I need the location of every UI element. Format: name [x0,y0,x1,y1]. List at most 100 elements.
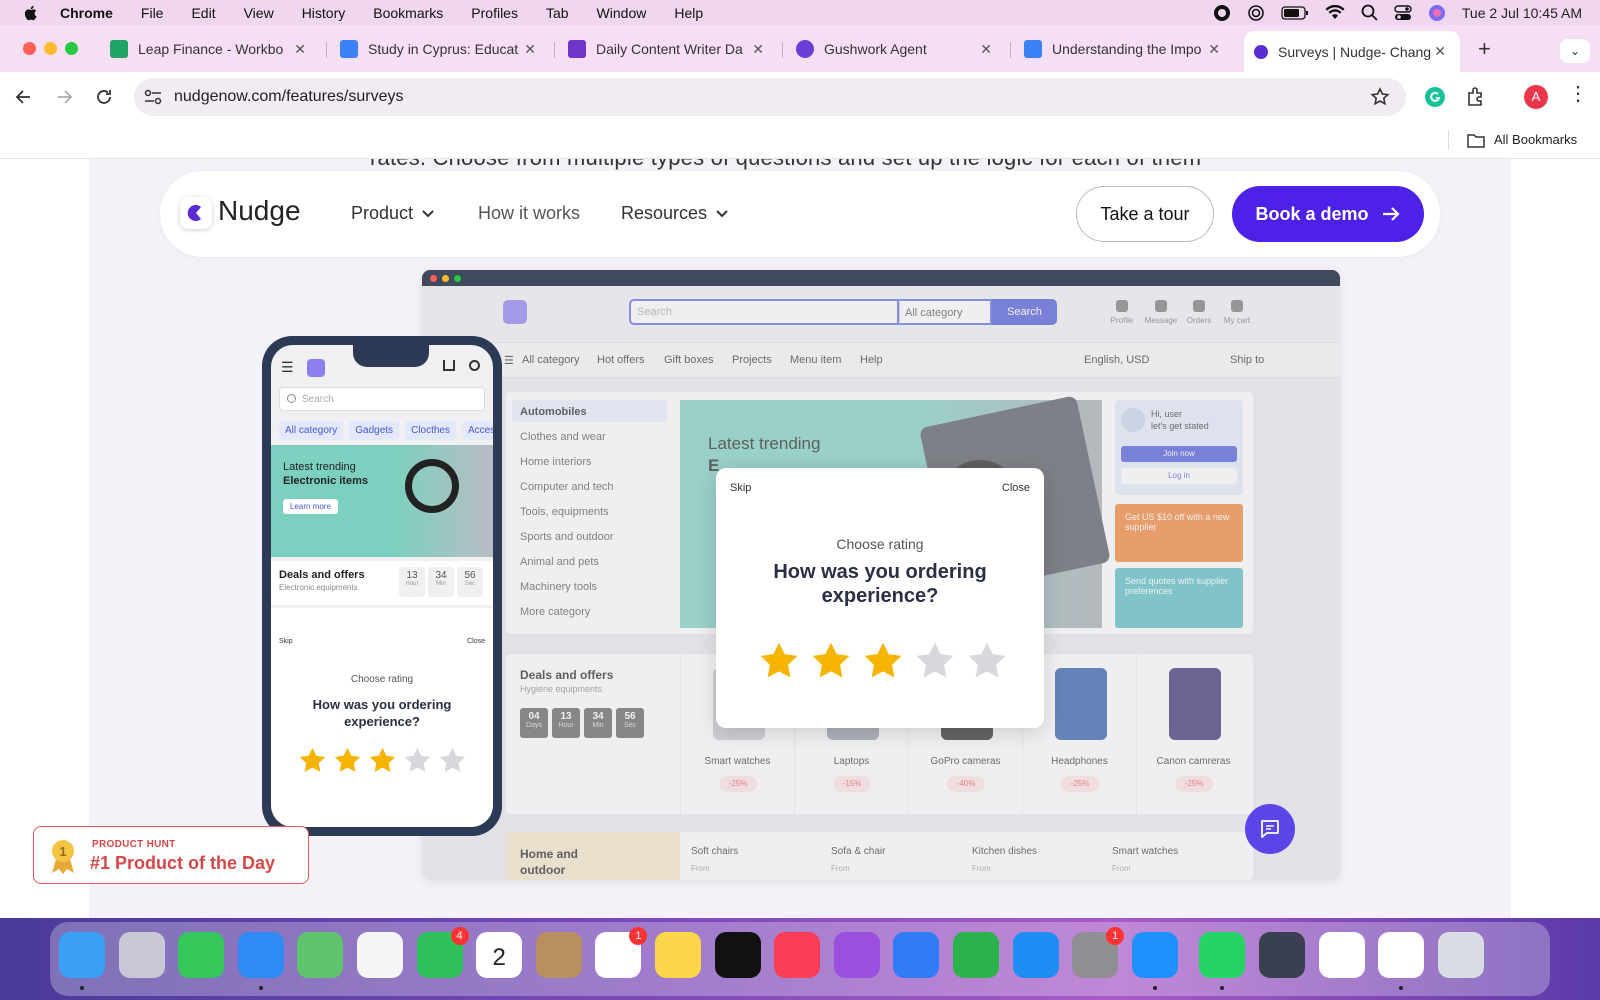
book-a-demo-button[interactable]: Book a demo [1232,186,1424,242]
bookmark-star-icon[interactable] [1370,87,1390,107]
control-center-icon[interactable] [1394,4,1412,21]
phone-chip[interactable]: Clocthes [405,421,456,440]
phone-survey-skip[interactable]: Skip [279,638,293,645]
profile-avatar[interactable]: A [1524,85,1548,109]
nudge-logo-text[interactable]: Nudge [218,195,301,227]
star-empty-icon[interactable] [966,640,1008,682]
wifi-icon[interactable] [1325,5,1345,20]
reminders-icon[interactable]: 1 [595,927,648,978]
menu-edit[interactable]: Edit [191,5,215,21]
airdrop-icon[interactable] [1247,4,1265,22]
tab-close-icon[interactable]: ✕ [524,41,536,58]
star-empty-icon[interactable] [914,640,956,682]
phone-search-input[interactable]: Search [279,387,485,411]
chrome-menu-icon[interactable]: ⋮ [1568,84,1588,104]
quicktime-icon[interactable] [1259,932,1305,978]
keynote-icon[interactable] [893,932,940,978]
menu-app-name[interactable]: Chrome [60,5,113,21]
grammarly-icon[interactable] [1425,87,1445,107]
product-hunt-badge[interactable]: 1 PRODUCT HUNT #1 Product of the Day [33,826,309,884]
finder-icon[interactable] [59,932,105,978]
star-filled-icon[interactable] [758,640,800,682]
menu-tab[interactable]: Tab [546,5,569,21]
tab-understanding[interactable]: Understanding the Impo ✕ [1014,33,1234,65]
nudge-logo-icon[interactable] [180,197,212,229]
appletv-icon[interactable] [714,932,761,978]
menu-bookmarks[interactable]: Bookmarks [373,5,443,21]
menu-view[interactable]: View [244,5,274,21]
maps-icon[interactable] [297,932,344,978]
window-zoom-button[interactable] [65,42,78,55]
tab-close-icon[interactable]: ✕ [980,41,992,58]
site-info-icon[interactable] [144,89,162,105]
survey-skip-button[interactable]: Skip [730,482,751,494]
slack-icon[interactable] [1318,932,1365,978]
phone-cart-icon[interactable] [443,360,455,371]
menu-help[interactable]: Help [674,5,703,21]
menu-file[interactable]: File [141,5,164,21]
messages-icon[interactable] [178,932,225,978]
star-filled-icon[interactable] [862,640,904,682]
spotlight-search-icon[interactable] [1361,4,1378,21]
star-empty-icon[interactable] [438,746,467,775]
star-empty-icon[interactable] [403,746,432,775]
nav-product[interactable]: Product [351,203,435,224]
window-minimize-button[interactable] [44,42,57,55]
star-filled-icon[interactable] [298,746,327,775]
safari-icon[interactable] [1131,932,1178,978]
nav-resources[interactable]: Resources [621,203,729,224]
phone-profile-icon[interactable] [469,360,480,371]
tab-gushwork[interactable]: Gushwork Agent ✕ [786,33,1006,65]
address-bar[interactable]: nudgenow.com/features/surveys [134,78,1406,116]
nav-how-it-works[interactable]: How it works [478,203,580,224]
star-filled-icon[interactable] [368,746,397,775]
facetime-icon[interactable]: 4 [416,927,469,978]
music-icon[interactable] [774,932,821,978]
window-close-button[interactable] [23,42,36,55]
back-icon[interactable] [14,87,34,107]
phone-chip[interactable]: All category [279,421,344,440]
tab-close-icon[interactable]: ✕ [1434,43,1446,60]
chrome-icon[interactable] [1378,932,1425,978]
tab-content-writer[interactable]: Daily Content Writer Da ✕ [558,33,778,65]
phone-menu-icon[interactable]: ☰ [281,359,294,376]
forward-icon[interactable] [54,87,74,107]
tab-leap-finance[interactable]: Leap Finance - Workbo ✕ [100,33,320,65]
screen-record-icon[interactable] [1213,4,1231,22]
phone-chip[interactable]: Gadgets [349,421,400,440]
phone-survey-close[interactable]: Close [467,638,485,645]
siri-icon[interactable] [1428,4,1446,22]
podcasts-icon[interactable] [833,932,880,978]
appstore-icon[interactable] [1012,932,1059,978]
star-filled-icon[interactable] [810,640,852,682]
battery-icon[interactable] [1281,5,1309,20]
contacts-icon[interactable] [535,932,582,978]
url-text[interactable]: nudgenow.com/features/surveys [174,88,403,106]
settings-icon[interactable]: 1 [1072,927,1125,978]
mail-icon[interactable] [237,932,284,978]
star-filled-icon[interactable] [333,746,362,775]
all-bookmarks-button[interactable]: All Bookmarks [1494,132,1577,147]
tab-close-icon[interactable]: ✕ [294,41,306,58]
numbers-icon[interactable] [953,932,999,978]
menu-history[interactable]: History [302,5,346,21]
tab-search-chevron-icon[interactable]: ⌄ [1560,39,1590,63]
tab-study-cyprus[interactable]: Study in Cyprus: Educat ✕ [330,33,550,65]
tab-close-icon[interactable]: ✕ [1208,41,1220,58]
survey-close-button[interactable]: Close [1002,482,1030,494]
reload-icon[interactable] [94,87,114,107]
calendar-icon[interactable]: 2 [476,932,523,978]
tab-surveys-nudge[interactable]: Surveys | Nudge- Chang ✕ [1244,31,1460,72]
phone-chip[interactable]: Accessory [461,421,493,440]
notes-icon[interactable] [655,932,701,978]
extensions-icon[interactable] [1465,87,1485,107]
tab-close-icon[interactable]: ✕ [752,41,764,58]
menubar-clock[interactable]: Tue 2 Jul 10:45 AM [1462,5,1582,21]
photos-icon[interactable] [357,932,403,978]
apple-icon[interactable] [22,4,40,22]
take-a-tour-button[interactable]: Take a tour [1076,186,1214,242]
whatsapp-icon[interactable] [1199,932,1246,978]
phone-learn-more-button[interactable]: Learn more [283,499,338,514]
new-tab-icon[interactable]: + [1478,36,1491,62]
menu-window[interactable]: Window [597,5,647,21]
